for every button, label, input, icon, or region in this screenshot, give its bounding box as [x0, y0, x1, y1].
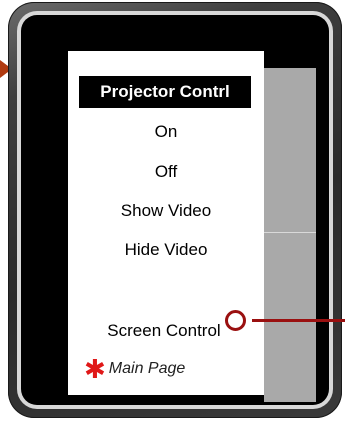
asterisk-icon: ✱ [84, 354, 106, 384]
callout-marker [225, 310, 246, 331]
callout-line [252, 319, 345, 322]
projector-control-menu: Projector Contrl On Off Show Video Hide … [68, 51, 264, 395]
menu-item-hide-video[interactable]: Hide Video [72, 240, 260, 260]
stage: Projector Contrl On Off Show Video Hide … [0, 0, 345, 423]
side-panel [264, 68, 316, 402]
main-page-link[interactable]: ✱ Main Page [84, 354, 186, 384]
device-screen: Projector Contrl On Off Show Video Hide … [21, 15, 329, 405]
device-frame: Projector Contrl On Off Show Video Hide … [8, 2, 342, 418]
side-panel-divider [264, 232, 316, 233]
menu-item-on[interactable]: On [72, 122, 260, 142]
menu-item-show-video[interactable]: Show Video [72, 201, 260, 221]
menu-item-off[interactable]: Off [72, 162, 260, 182]
menu-title: Projector Contrl [79, 76, 251, 108]
main-page-label: Main Page [108, 360, 186, 377]
